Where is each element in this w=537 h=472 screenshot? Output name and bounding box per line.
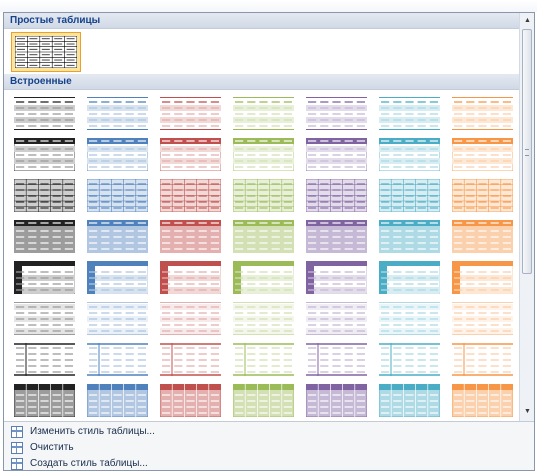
table-style-swatch[interactable] (160, 384, 221, 417)
table-style-swatch[interactable] (379, 220, 440, 253)
table-style-swatch[interactable] (379, 302, 440, 335)
new-table-style-icon (11, 458, 23, 470)
table-styles-gallery: Простые таблицы Встроенные ▲ ▼ Изменить … (3, 12, 535, 471)
table-style-swatch[interactable] (379, 261, 440, 294)
table-style-swatch[interactable] (160, 343, 221, 376)
scroll-up-icon[interactable]: ▲ (520, 13, 534, 28)
table-style-swatch[interactable] (306, 97, 367, 130)
table-style-swatch[interactable] (87, 302, 148, 335)
table-style-swatch[interactable] (233, 220, 294, 253)
table-style-swatch[interactable] (306, 384, 367, 417)
table-style-swatch[interactable] (306, 343, 367, 376)
simple-tables-header: Простые таблицы (4, 13, 519, 29)
table-style-swatch[interactable] (233, 138, 294, 171)
modify-style-item[interactable]: Изменить стиль таблицы... (4, 424, 534, 440)
table-style-swatch[interactable] (87, 384, 148, 417)
clear-style-label: Очистить (30, 442, 74, 453)
table-style-swatch[interactable] (233, 97, 294, 130)
table-style-swatch[interactable] (160, 302, 221, 335)
table-style-swatch[interactable] (306, 220, 367, 253)
table-style-swatch[interactable] (379, 343, 440, 376)
table-style-swatch[interactable] (452, 97, 513, 130)
table-style-swatch[interactable] (14, 261, 75, 294)
ribbon-edge (0, 0, 537, 12)
table-style-swatch[interactable] (160, 138, 221, 171)
table-style-swatch[interactable] (233, 179, 294, 212)
table-style-swatch[interactable] (87, 220, 148, 253)
new-style-label: Создать стиль таблицы... (30, 458, 148, 469)
table-style-swatch[interactable] (452, 343, 513, 376)
table-style-swatch[interactable] (233, 261, 294, 294)
table-style-swatch[interactable] (160, 220, 221, 253)
table-style-swatch[interactable] (233, 384, 294, 417)
thumb-grip (525, 149, 529, 156)
table-style-swatch[interactable] (160, 97, 221, 130)
table-style-swatch[interactable] (87, 179, 148, 212)
table-style-swatch[interactable] (379, 97, 440, 130)
table-style-swatch[interactable] (233, 302, 294, 335)
table-style-swatch[interactable] (87, 97, 148, 130)
scroll-thumb[interactable] (522, 29, 532, 274)
gallery-scrollbar[interactable]: ▲ ▼ (519, 13, 534, 421)
scroll-down-icon[interactable]: ▼ (520, 404, 534, 419)
table-style-swatch[interactable] (306, 261, 367, 294)
builtin-tables-header: Встроенные (4, 74, 519, 90)
table-style-swatch[interactable] (14, 97, 75, 130)
table-style-swatch[interactable] (87, 343, 148, 376)
clear-style-item[interactable]: Очистить (4, 440, 534, 456)
table-style-swatch[interactable] (87, 138, 148, 171)
table-style-swatch[interactable] (14, 220, 75, 253)
table-style-swatch[interactable] (452, 261, 513, 294)
table-style-swatch[interactable] (14, 179, 75, 212)
table-style-swatch[interactable] (160, 179, 221, 212)
table-style-swatch[interactable] (452, 179, 513, 212)
table-style-swatch[interactable] (14, 302, 75, 335)
table-style-swatch[interactable] (452, 220, 513, 253)
modify-table-style-icon (11, 426, 23, 438)
table-style-swatch[interactable] (306, 179, 367, 212)
table-style-swatch[interactable] (306, 302, 367, 335)
table-style-swatch[interactable] (379, 138, 440, 171)
table-style-swatch[interactable] (452, 302, 513, 335)
plain-table-style[interactable] (15, 36, 77, 68)
table-style-swatch[interactable] (87, 261, 148, 294)
modify-style-label: Изменить стиль таблицы... (30, 426, 155, 437)
table-style-swatch[interactable] (452, 384, 513, 417)
table-style-swatch[interactable] (233, 343, 294, 376)
table-style-swatch[interactable] (452, 138, 513, 171)
selected-style-highlight[interactable] (11, 32, 81, 72)
table-style-menu: Изменить стиль таблицы... Очистить Созда… (4, 421, 534, 470)
table-style-swatch[interactable] (14, 384, 75, 417)
table-style-swatch[interactable] (14, 138, 75, 171)
table-style-swatch[interactable] (306, 138, 367, 171)
table-style-swatch[interactable] (379, 384, 440, 417)
table-style-swatch[interactable] (14, 343, 75, 376)
table-style-swatch[interactable] (379, 179, 440, 212)
table-style-swatch[interactable] (160, 261, 221, 294)
clear-table-style-icon (11, 442, 23, 454)
new-style-item[interactable]: Создать стиль таблицы... (4, 456, 534, 470)
